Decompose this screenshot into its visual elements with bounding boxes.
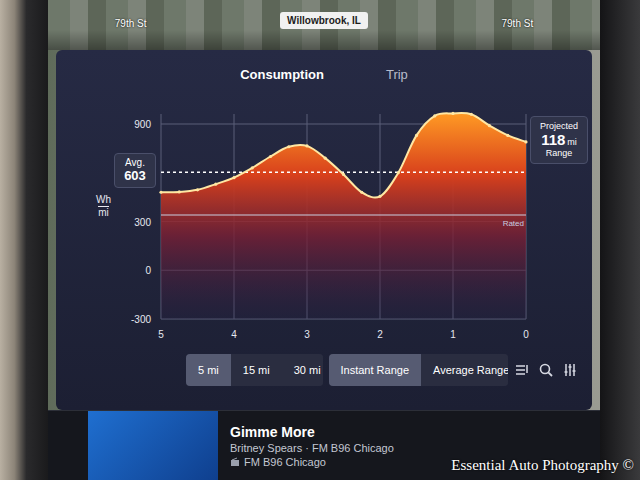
track-title: Gimme More xyxy=(230,424,394,440)
x-tick: 5 xyxy=(158,329,164,340)
rated-label: Rated xyxy=(503,219,524,228)
consumption-area xyxy=(161,113,526,319)
station-name: FM B96 Chicago xyxy=(244,456,326,468)
list-icon[interactable] xyxy=(514,362,530,378)
unit-top: Wh xyxy=(96,194,111,206)
data-point xyxy=(287,145,290,148)
y-tick: -300 xyxy=(131,314,151,325)
left-bezel xyxy=(0,0,48,480)
average-label: Avg. xyxy=(125,157,145,169)
average-line xyxy=(161,172,526,173)
y-tick: 900 xyxy=(134,119,151,130)
x-tick: 4 xyxy=(231,329,237,340)
average-value: 603 xyxy=(124,169,146,184)
range-mode-selector: Instant RangeAverage Range xyxy=(329,354,508,386)
consumption-chart: 900 300 0 -300 5 4 3 2 1 0 Rated Wh mi Avg. 603 Pr… xyxy=(56,94,592,344)
data-point xyxy=(178,190,181,193)
y-tick: 0 xyxy=(145,265,151,276)
data-point xyxy=(324,157,327,160)
data-point xyxy=(451,112,454,115)
data-point xyxy=(415,134,418,137)
chart-controls: 5 mi15 mi30 mi Instant RangeAverage Rang… xyxy=(56,344,592,396)
data-point xyxy=(524,140,527,143)
consumption-line xyxy=(161,113,526,198)
media-tools xyxy=(514,362,578,378)
now-playing: Gimme More Britney Spears · FM B96 Chica… xyxy=(218,411,394,480)
distance-selector: 5 mi15 mi30 mi xyxy=(186,354,323,386)
data-point xyxy=(506,134,509,137)
x-tick: 3 xyxy=(304,329,310,340)
rated-line xyxy=(161,214,526,215)
projected-unit: mi xyxy=(567,137,577,147)
tab-bar: Consumption Trip xyxy=(56,50,592,94)
y-tick: 300 xyxy=(134,217,151,228)
unit-bottom: mi xyxy=(98,206,109,219)
map[interactable]: 79th St Willowbrook, IL 79th St xyxy=(48,0,600,50)
street-label: 79th St xyxy=(115,12,147,29)
data-point xyxy=(159,191,162,194)
tab[interactable]: Consumption xyxy=(234,63,330,86)
chart-plot: 900 300 0 -300 5 4 3 2 1 0 Rated xyxy=(56,94,592,344)
data-point xyxy=(378,195,381,198)
projected-caption: Range xyxy=(546,148,573,158)
car-display-photo: 79th St Willowbrook, IL 79th St Consumpt… xyxy=(0,0,640,480)
data-point xyxy=(214,183,217,186)
album-art[interactable] xyxy=(88,411,218,480)
radio-icon xyxy=(230,457,240,467)
data-point xyxy=(232,176,235,179)
watermark: Essential Auto Photography © xyxy=(451,457,634,474)
range-mode-option[interactable]: Average Range xyxy=(421,354,508,386)
x-tick: 1 xyxy=(450,329,456,340)
projected-value: 118 xyxy=(541,131,565,148)
data-point xyxy=(360,191,363,194)
location-badge: Willowbrook, IL xyxy=(280,12,368,29)
x-tick: 0 xyxy=(523,329,529,340)
distance-option[interactable]: 5 mi xyxy=(186,354,231,386)
search-icon[interactable] xyxy=(538,362,554,378)
data-point xyxy=(305,144,308,147)
data-point xyxy=(470,113,473,116)
data-point xyxy=(196,188,199,191)
data-point xyxy=(269,155,272,158)
data-point xyxy=(251,166,254,169)
projected-badge: Projected 118 mi Range xyxy=(530,116,588,164)
unit-label: Wh mi xyxy=(96,194,111,219)
distance-option[interactable]: 15 mi xyxy=(231,354,282,386)
data-point xyxy=(342,173,345,176)
track-artist: Britney Spears · FM B96 Chicago xyxy=(230,442,394,454)
equalizer-icon[interactable] xyxy=(562,362,578,378)
street-label: 79th St xyxy=(501,12,533,29)
right-bezel xyxy=(600,0,640,480)
energy-panel: Consumption Trip 900 300 0 -300 5 4 3 2 1 0 Rated W… xyxy=(56,50,592,410)
projected-label: Projected xyxy=(540,121,578,131)
data-point xyxy=(397,171,400,174)
average-badge: Avg. 603 xyxy=(114,153,156,187)
tab[interactable]: Trip xyxy=(380,63,414,86)
data-point xyxy=(488,124,491,127)
station-row: FM B96 Chicago xyxy=(230,456,394,468)
x-tick: 2 xyxy=(377,329,383,340)
range-mode-option[interactable]: Instant Range xyxy=(329,354,422,386)
distance-option[interactable]: 30 mi xyxy=(282,354,323,386)
touchscreen: 79th St Willowbrook, IL 79th St Consumpt… xyxy=(48,0,600,480)
data-point xyxy=(433,114,436,117)
